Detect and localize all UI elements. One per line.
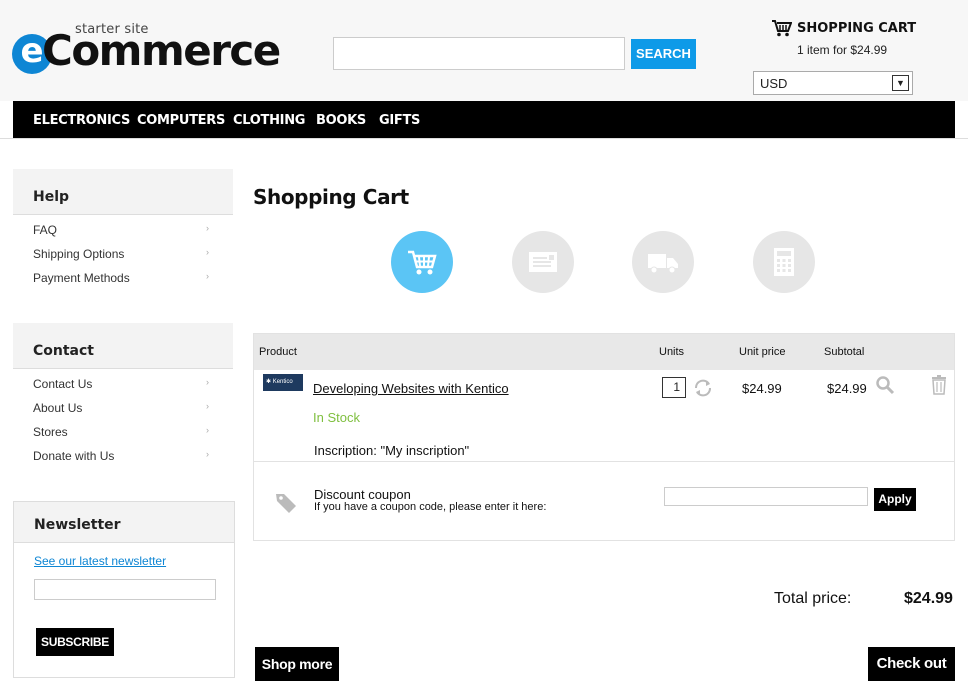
search-input[interactable] [333, 37, 625, 70]
chevron-right-icon: › [206, 247, 209, 257]
refresh-icon[interactable] [692, 377, 714, 399]
sidebar-link-label: About Us [33, 401, 83, 415]
calculator-icon [774, 248, 794, 276]
magnify-icon[interactable] [875, 375, 895, 395]
sidebar-link-about-us[interactable]: About Us › [13, 393, 233, 417]
header-unit-price: Unit price [739, 346, 786, 358]
sidebar-link-faq[interactable]: FAQ › [13, 215, 233, 239]
header-subtotal: Subtotal [824, 346, 865, 358]
trash-icon[interactable] [931, 375, 947, 395]
sidebar-link-payment-methods[interactable]: Payment Methods › [13, 263, 233, 287]
total-price-label: Total price: [774, 590, 852, 607]
tag-icon [276, 494, 296, 513]
header-cart-summary: 1 item for $24.99 [797, 43, 888, 57]
sidebar-link-label: Shipping Options [33, 247, 125, 261]
newsletter-title: Newsletter [14, 502, 234, 543]
checkout-button[interactable]: Check out [868, 647, 955, 681]
sidebar-link-shipping-options[interactable]: Shipping Options › [13, 239, 233, 263]
step-address[interactable] [512, 231, 574, 293]
header-product: Product [259, 346, 297, 358]
sidebar-link-label: Stores [33, 425, 68, 439]
chevron-right-icon: › [206, 401, 209, 411]
logo[interactable]: starter site e Commerce [12, 22, 281, 75]
sidebar-link-contact-us[interactable]: Contact Us › [13, 369, 233, 393]
unit-price: $24.99 [742, 381, 782, 396]
product-inscription: Inscription: "My inscription" [314, 443, 470, 458]
coupon-description: If you have a coupon code, please enter … [314, 501, 547, 513]
sidebar-help: Help FAQ › Shipping Options › Payment Me… [13, 169, 233, 287]
cart-table-header: Product Units Unit price Subtotal [254, 334, 954, 370]
subscribe-button[interactable]: SUBSCRIBE [36, 628, 114, 656]
nav-item-computers[interactable]: COMPUTERS [137, 113, 225, 128]
address-card-icon [529, 252, 557, 272]
step-cart[interactable] [391, 231, 453, 293]
currency-value: USD [760, 76, 788, 91]
step-shipping[interactable] [632, 231, 694, 293]
nav-item-gifts[interactable]: GIFTS [379, 113, 420, 128]
header-units: Units [659, 346, 685, 358]
truck-icon [648, 254, 678, 274]
search-button[interactable]: SEARCH [631, 39, 696, 69]
main-nav: ELECTRONICS COMPUTERS CLOTHING BOOKS GIF… [13, 101, 955, 138]
product-name-link[interactable]: Developing Websites with Kentico [313, 381, 509, 396]
sidebar-link-donate[interactable]: Donate with Us › [13, 441, 233, 465]
chevron-right-icon: › [206, 425, 209, 435]
row-divider [254, 461, 954, 462]
chevron-right-icon: › [206, 271, 209, 281]
sidebar-contact: Contact Contact Us › About Us › Stores ›… [13, 323, 233, 465]
cart-table: Product Units Unit price Subtotal ✱ Kent… [253, 333, 955, 541]
newsletter-link[interactable]: See our latest newsletter [34, 554, 166, 568]
chevron-right-icon: › [206, 377, 209, 387]
nav-divider [0, 138, 968, 139]
chevron-down-icon[interactable]: ▼ [892, 75, 909, 91]
subtotal: $24.99 [827, 381, 867, 396]
nav-item-books[interactable]: BOOKS [316, 113, 366, 128]
currency-select[interactable]: USD ▼ [753, 71, 913, 95]
sidebar-help-title: Help [13, 169, 233, 215]
apply-coupon-button[interactable]: Apply [874, 488, 916, 511]
newsletter-email-field[interactable] [34, 579, 216, 600]
header: starter site e Commerce SEARCH SHOPPING … [0, 0, 968, 101]
coupon-code-field[interactable] [664, 487, 868, 506]
logo-wordmark: Commerce [42, 26, 281, 75]
shop-more-button[interactable]: Shop more [255, 647, 339, 681]
nav-item-clothing[interactable]: CLOTHING [233, 113, 305, 128]
header-cart-title: SHOPPING CART [797, 21, 917, 36]
stock-status: In Stock [313, 410, 360, 425]
product-thumbnail[interactable]: ✱ Kentico [263, 374, 303, 391]
chevron-right-icon: › [206, 223, 209, 233]
page-title: Shopping Cart [253, 185, 409, 209]
coupon-title: Discount coupon [314, 487, 411, 502]
chevron-right-icon: › [206, 449, 209, 459]
sidebar-link-label: Contact Us [33, 377, 93, 391]
sidebar-contact-title: Contact [13, 323, 233, 369]
nav-item-electronics[interactable]: ELECTRONICS [33, 113, 130, 128]
cart-icon [408, 250, 437, 275]
sidebar-link-label: Payment Methods [33, 271, 130, 285]
quantity-input[interactable]: 1 [662, 377, 686, 398]
header-cart-link[interactable]: SHOPPING CART [772, 20, 916, 38]
sidebar-link-stores[interactable]: Stores › [13, 417, 233, 441]
cart-icon [772, 20, 792, 37]
sidebar-link-label: Donate with Us [33, 449, 115, 463]
newsletter-box: Newsletter See our latest newsletter SUB… [13, 501, 235, 678]
total-price-value: $24.99 [904, 590, 953, 607]
step-payment[interactable] [753, 231, 815, 293]
sidebar-link-label: FAQ [33, 223, 58, 237]
thumbnail-text: Kentico [272, 379, 293, 385]
